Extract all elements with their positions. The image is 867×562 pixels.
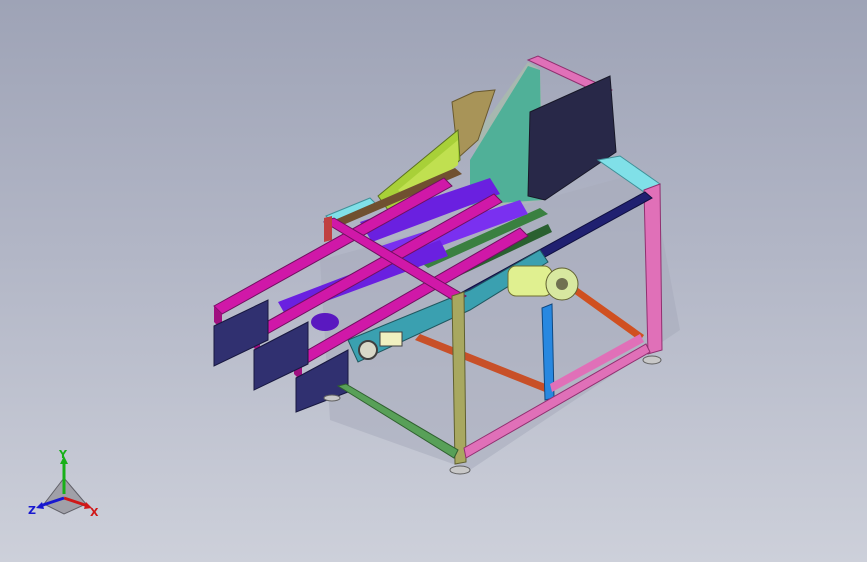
triad-y-label: Y bbox=[58, 448, 68, 461]
roller-end-cap bbox=[311, 313, 339, 331]
view-orientation-triad[interactable]: Y X Z bbox=[24, 448, 106, 522]
triad-z-arrow-icon bbox=[36, 502, 44, 509]
leveling-foot-front[interactable] bbox=[449, 465, 471, 475]
conveyor-machine-model[interactable] bbox=[0, 0, 867, 562]
frame-post-front-olive[interactable] bbox=[451, 291, 467, 465]
frame-post-front-left-red[interactable] bbox=[324, 216, 332, 242]
triad-z-label: Z bbox=[28, 504, 36, 517]
motor-shaft-icon bbox=[556, 278, 568, 290]
motor-body[interactable] bbox=[507, 265, 553, 297]
tensioner-block[interactable] bbox=[379, 331, 403, 347]
drive-sprocket[interactable] bbox=[358, 340, 378, 360]
triad-x-label: X bbox=[90, 506, 99, 519]
side-guard-panel[interactable] bbox=[527, 75, 617, 201]
leveling-foot-right[interactable] bbox=[642, 355, 662, 365]
leveling-foot-left[interactable] bbox=[323, 394, 341, 402]
graphics-viewport[interactable]: Y X Z bbox=[0, 0, 867, 562]
